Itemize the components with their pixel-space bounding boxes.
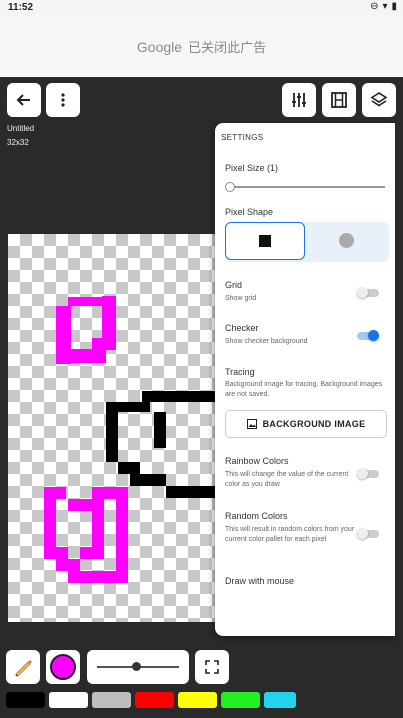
ad-brand: Google [136, 38, 183, 55]
pixel-stroke [142, 391, 215, 402]
pencil-tool-button[interactable] [6, 650, 40, 684]
file-name: Untitled [7, 124, 35, 133]
toggle-knob [357, 468, 368, 479]
pixel-size-slider[interactable] [229, 186, 385, 188]
layers-button[interactable] [362, 83, 396, 117]
pixel-size-label: Pixel Size (1) [225, 163, 279, 173]
shape-square-option[interactable] [225, 222, 305, 260]
ad-banner: Google 已关闭此广告 [0, 16, 403, 77]
canvas-size: 32x32 [7, 138, 29, 147]
pixel-stroke [118, 462, 140, 474]
draw-with-mouse-label: Draw with mouse [225, 576, 295, 586]
status-icons: ⊖ ▾ ▮ [370, 1, 397, 12]
pixel-stroke [44, 499, 56, 559]
pixel-stroke [106, 402, 150, 412]
settings-panel: SETTINGS Pixel Size (1) Pixel Shape Grid… [215, 123, 395, 636]
more-vert-icon [61, 93, 65, 107]
pixel-stroke [56, 547, 68, 571]
ad-text: 已关闭此广告 [188, 40, 267, 55]
film-icon [331, 92, 347, 108]
tracing-description: Background image for tracing. Background… [225, 381, 383, 398]
rainbow-colors-label: Rainbow Colors [225, 456, 289, 466]
background-image-label: BACKGROUND IMAGE [262, 419, 366, 429]
more-options-button[interactable] [46, 83, 80, 117]
palette-swatch-gray[interactable] [92, 692, 131, 708]
palette-swatch-green[interactable] [221, 692, 260, 708]
random-colors-label: Random Colors [225, 511, 288, 521]
pixel-stroke [130, 474, 166, 486]
fullscreen-icon [205, 660, 219, 674]
pixel-stroke [166, 486, 215, 498]
rainbow-colors-toggle[interactable] [357, 468, 379, 479]
tune-icon [292, 93, 306, 107]
status-bar: 11:52 ⊖ ▾ ▮ [0, 0, 403, 16]
dnd-icon: ⊖ [370, 1, 379, 12]
brush-slider-thumb[interactable] [132, 662, 141, 671]
pixel-shape-selector [225, 222, 389, 262]
grid-description: Show grid [225, 295, 257, 302]
pixel-shape-label: Pixel Shape [225, 207, 274, 217]
pixel-stroke [68, 571, 128, 583]
image-icon [246, 419, 257, 429]
pixel-stroke [92, 487, 128, 499]
toggle-knob [368, 330, 379, 341]
layers-icon [370, 92, 388, 107]
shape-circle-option[interactable] [307, 222, 385, 258]
current-color-swatch [50, 654, 76, 680]
checker-toggle[interactable] [357, 330, 379, 341]
circle-icon [338, 232, 354, 248]
checker-label: Checker [225, 323, 259, 333]
toggle-knob [357, 287, 368, 298]
pixel-stroke [68, 499, 104, 511]
tracing-label: Tracing [225, 367, 255, 377]
frames-button[interactable] [322, 83, 356, 117]
palette-swatch-cyan[interactable] [264, 692, 296, 708]
palette-swatch-red[interactable] [135, 692, 174, 708]
background-image-button[interactable]: BACKGROUND IMAGE [225, 410, 387, 438]
tune-button[interactable] [282, 83, 316, 117]
pixel-stroke [154, 412, 166, 448]
wifi-icon: ▾ [382, 1, 388, 12]
random-colors-toggle[interactable] [357, 528, 379, 539]
drawing-canvas[interactable] [8, 234, 215, 622]
pixel-stroke [106, 412, 118, 462]
pixel-stroke [68, 559, 80, 571]
settings-title: SETTINGS [221, 133, 264, 142]
palette-swatch-yellow[interactable] [178, 692, 217, 708]
pixel-stroke [44, 487, 66, 499]
color-picker-button[interactable] [46, 650, 80, 684]
grid-label: Grid [225, 280, 243, 290]
pixel-stroke [92, 338, 106, 350]
battery-icon: ▮ [391, 1, 397, 12]
status-time: 11:52 [8, 2, 34, 13]
pixel-stroke [68, 349, 106, 363]
fullscreen-button[interactable] [195, 650, 229, 684]
palette-swatch-black[interactable] [6, 692, 45, 708]
palette-swatch-white[interactable] [49, 692, 88, 708]
pixel-size-slider-thumb[interactable] [225, 182, 235, 192]
random-colors-description: This will result in random colors from y… [225, 526, 355, 543]
checker-description: Show checker background [225, 338, 308, 345]
rainbow-colors-description: This will change the value of the curren… [225, 471, 349, 488]
toggle-knob [357, 528, 368, 539]
square-icon [259, 235, 271, 247]
arrow-left-icon [16, 94, 30, 106]
brush-size-slider[interactable] [87, 650, 189, 684]
pixel-stroke [80, 547, 104, 559]
pixel-stroke [92, 511, 104, 547]
back-button[interactable] [7, 83, 41, 117]
pencil-icon [15, 660, 32, 677]
grid-toggle[interactable] [357, 287, 379, 298]
